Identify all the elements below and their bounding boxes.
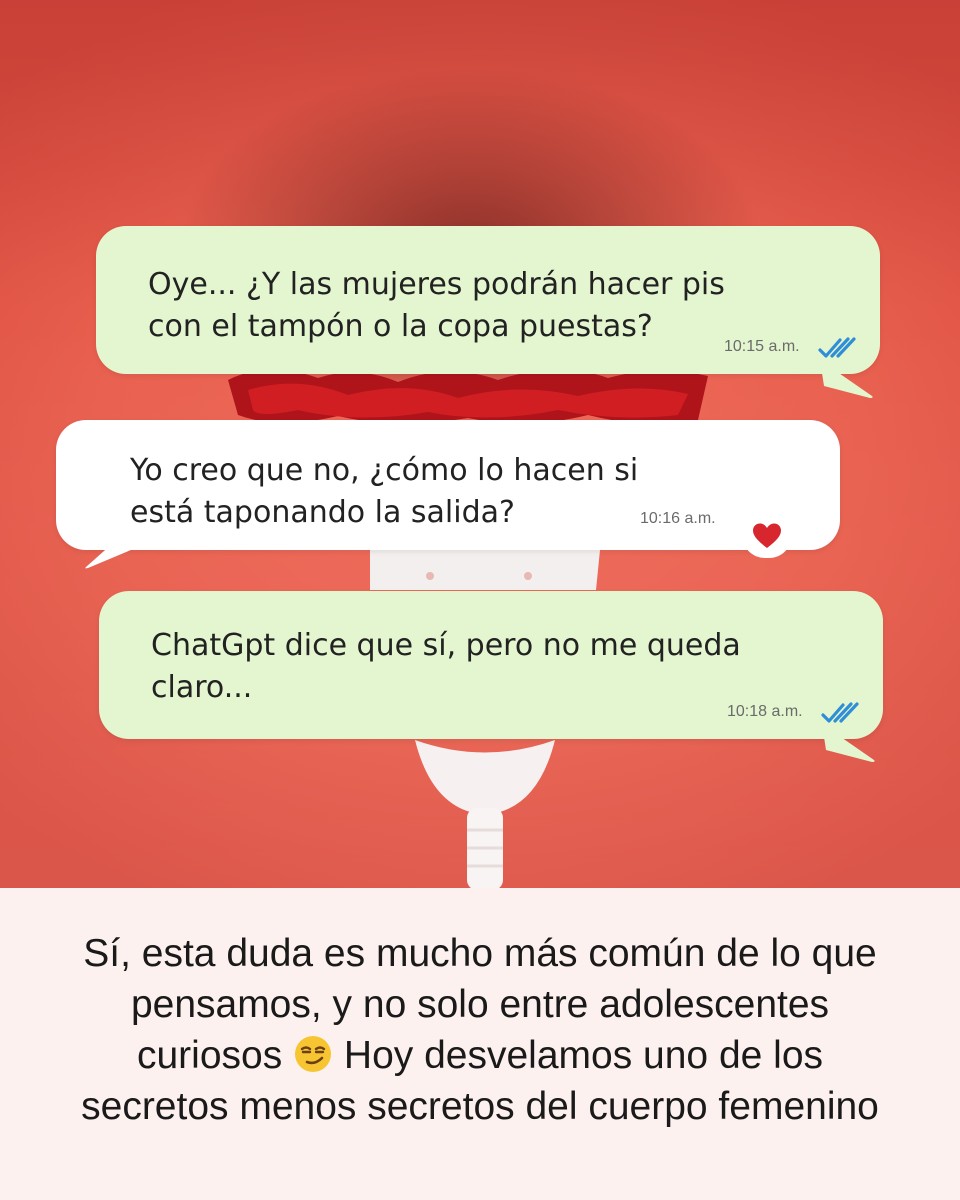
- message-text-line: claro...: [151, 670, 253, 705]
- message-text-line: está taponando la salida?: [130, 495, 515, 530]
- reaction-badge[interactable]: [742, 512, 792, 558]
- caption-panel: Sí, esta duda es mucho más común de lo q…: [0, 888, 960, 1200]
- message-text-line: con el tampón o la copa puestas?: [148, 309, 653, 344]
- caption-line: Sí, esta duda es mucho más común de lo q…: [83, 932, 877, 975]
- bubble-tail: [820, 360, 873, 398]
- message-text-line: Oye... ¿Y las mujeres podrán hacer pis: [148, 267, 725, 302]
- message-text-line: Yo creo que no, ¿cómo lo hacen si: [130, 453, 639, 488]
- message-text-line: ChatGpt dice que sí, pero no me queda: [151, 628, 741, 663]
- message-timestamp: 10:18 a.m.: [727, 703, 803, 720]
- double-check-icon: [818, 337, 856, 358]
- heart-icon: [753, 523, 781, 548]
- bubble-tail: [85, 535, 138, 569]
- caption-line: Hoy desvelamos uno de los: [343, 1034, 824, 1077]
- message-timestamp: 10:16 a.m.: [640, 510, 716, 527]
- double-check-icon: [821, 702, 859, 723]
- message-bubble-received[interactable]: Yo creo que no, ¿cómo lo hacen si está t…: [56, 420, 840, 550]
- bubble-tail: [822, 724, 875, 762]
- caption-line: secretos menos secretos del cuerpo femen…: [81, 1085, 879, 1128]
- smirking-face-emoji-icon: [295, 1036, 332, 1072]
- caption-line: curiosos: [136, 1034, 283, 1077]
- message-bubble-sent[interactable]: Oye... ¿Y las mujeres podrán hacer pis c…: [96, 226, 880, 374]
- message-timestamp: 10:15 a.m.: [724, 338, 800, 355]
- caption-text: Sí, esta duda es mucho más común de lo q…: [40, 928, 920, 1132]
- message-bubble-sent[interactable]: ChatGpt dice que sí, pero no me queda cl…: [99, 591, 883, 739]
- caption-line: pensamos, y no solo entre adolescentes: [130, 983, 830, 1026]
